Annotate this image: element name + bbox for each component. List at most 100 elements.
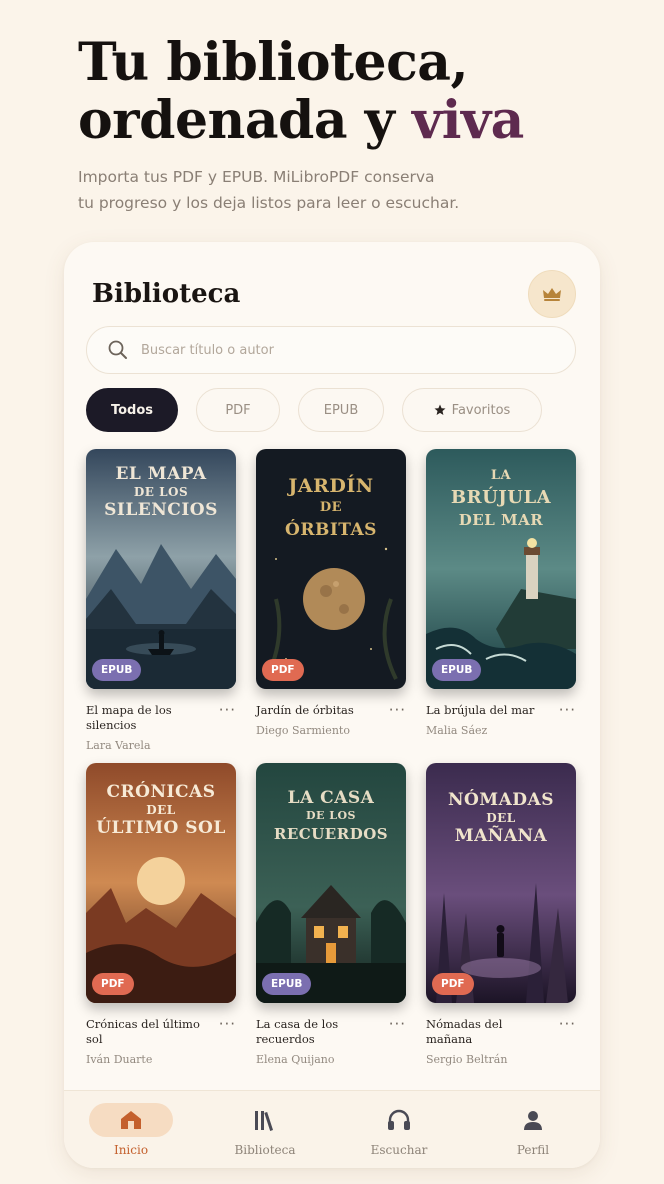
book-meta: La casa de los recuerdos Elena Quijano ·…	[256, 1015, 406, 1066]
format-badge: PDF	[262, 659, 304, 681]
search-icon	[108, 340, 127, 359]
book-author: Malia Sáez	[426, 724, 488, 737]
more-options-icon[interactable]: ···	[219, 701, 236, 719]
book-author: Elena Quijano	[256, 1053, 335, 1066]
more-options-icon[interactable]: ···	[389, 701, 406, 719]
book-title: Crónicas del último sol	[86, 1017, 200, 1046]
tab-icon-container	[223, 1103, 307, 1137]
hero-title-accent: viva	[412, 90, 524, 151]
cover-title-line2: de	[319, 500, 343, 515]
cover-title-line3: último sol	[96, 818, 226, 838]
hero-title-line2: ordenada y	[78, 90, 412, 151]
filter-chip-todos[interactable]: Todos	[86, 388, 178, 432]
more-options-icon[interactable]: ···	[559, 1015, 576, 1033]
book-cover[interactable]: Crónicas del último sol PDF	[86, 763, 236, 1003]
book-card[interactable]: La brújula del mar EPUB La brújula del m…	[426, 449, 576, 737]
more-options-icon[interactable]: ···	[389, 1015, 406, 1033]
filter-chip-favoritos[interactable]: Favoritos	[402, 388, 542, 432]
bottom-tab-bar: Inicio Biblioteca Escuchar Perfil	[64, 1090, 600, 1168]
book-cover[interactable]: La brújula del mar EPUB	[426, 449, 576, 689]
cover-title: La brújula del mar	[434, 465, 568, 531]
cover-title-line2: del	[146, 803, 176, 817]
home-icon	[121, 1110, 141, 1129]
tab-icon-container	[491, 1103, 575, 1137]
book-meta: Crónicas del último sol Iván Duarte ···	[86, 1015, 236, 1066]
tab-label: Perfil	[516, 1142, 550, 1157]
library-card: Biblioteca Todos PDF EPUB Favorit	[64, 242, 600, 1168]
tab-label: Inicio	[113, 1142, 149, 1157]
library-header: Biblioteca	[92, 270, 576, 318]
book-author: Lara Varela	[86, 739, 151, 752]
hero-title: Tu biblioteca, ordenada y viva	[78, 34, 638, 150]
tab-escuchar[interactable]: Escuchar	[344, 1103, 454, 1157]
premium-button[interactable]	[528, 270, 576, 318]
cover-title: Jardín de órbitas	[264, 475, 398, 541]
cover-title-line1: La	[490, 468, 512, 483]
cover-title: El mapa de los silencios	[94, 463, 228, 521]
hero-subtitle: Importa tus PDF y EPUB. MiLibroPDF conse…	[78, 164, 638, 216]
hero-subtitle-line1: Importa tus PDF y EPUB. MiLibroPDF conse…	[78, 168, 435, 186]
book-card[interactable]: Jardín de órbitas PDF Jardín de órbitas …	[256, 449, 406, 737]
tab-label: Biblioteca	[234, 1142, 296, 1157]
filter-chip-pdf[interactable]: PDF	[196, 388, 280, 432]
format-badge: PDF	[92, 973, 134, 995]
cover-title-line1: Jardín	[288, 475, 374, 497]
cover-title-line3: del mar	[458, 511, 544, 529]
star-icon	[434, 404, 446, 415]
tab-icon-container	[357, 1103, 441, 1137]
book-cover[interactable]: La casa de los recuerdos EPUB	[256, 763, 406, 1003]
tab-inicio[interactable]: Inicio	[76, 1102, 186, 1157]
headphones-icon	[388, 1109, 410, 1130]
cover-title-line2: de los	[305, 809, 356, 822]
library-title: Biblioteca	[92, 279, 241, 309]
book-title: La casa de los recuerdos	[256, 1017, 339, 1046]
format-badge: EPUB	[92, 659, 142, 681]
tab-icon-container	[89, 1102, 173, 1137]
hero-title-line1: Tu biblioteca,	[78, 32, 469, 93]
cover-title-line2: de los	[133, 485, 189, 499]
filter-chip-label: Todos	[110, 402, 154, 418]
hero-subtitle-line2: tu progreso y los deja listos para leer …	[78, 194, 460, 212]
more-options-icon[interactable]: ···	[559, 701, 576, 719]
filter-chip-label: PDF	[225, 402, 251, 418]
filter-chips: Todos PDF EPUB Favoritos	[86, 388, 542, 432]
filter-chip-label: Favoritos	[451, 402, 511, 418]
book-card[interactable]: Nómadas del mañana PDF Nómadas del mañan…	[426, 763, 576, 1066]
cover-title-line3: recuerdos	[273, 825, 389, 843]
book-author: Iván Duarte	[86, 1053, 153, 1066]
book-card[interactable]: Crónicas del último sol PDF Crónicas del…	[86, 763, 236, 1066]
filter-chip-epub[interactable]: EPUB	[298, 388, 384, 432]
book-author: Diego Sarmiento	[256, 724, 350, 737]
hero: Tu biblioteca, ordenada y viva Importa t…	[78, 34, 638, 216]
book-meta: La brújula del mar Malia Sáez ···	[426, 701, 576, 737]
books-icon	[255, 1110, 274, 1131]
more-options-icon[interactable]: ···	[219, 1015, 236, 1033]
book-title: La brújula del mar	[426, 703, 535, 717]
tab-biblioteca[interactable]: Biblioteca	[210, 1103, 320, 1157]
book-card[interactable]: La casa de los recuerdos EPUB La casa de…	[256, 763, 406, 1066]
crown-icon	[543, 288, 561, 301]
book-title: El mapa de los silencios	[86, 703, 172, 732]
book-title: Nómadas del mañana	[426, 1017, 503, 1046]
tab-perfil[interactable]: Perfil	[478, 1103, 588, 1157]
book-meta: Nómadas del mañana Sergio Beltrán ···	[426, 1015, 576, 1066]
book-meta: Jardín de órbitas Diego Sarmiento ···	[256, 701, 406, 737]
book-card[interactable]: El mapa de los silencios EPUB El mapa de…	[86, 449, 236, 752]
book-cover[interactable]: El mapa de los silencios EPUB	[86, 449, 236, 689]
book-title: Jardín de órbitas	[256, 703, 354, 717]
search-input[interactable]	[141, 342, 541, 358]
book-cover[interactable]: Jardín de órbitas PDF	[256, 449, 406, 689]
tab-label: Escuchar	[370, 1142, 428, 1157]
search-bar[interactable]	[86, 326, 576, 374]
format-badge: EPUB	[432, 659, 482, 681]
cover-title: La casa de los recuerdos	[264, 787, 398, 845]
cover-title-line1: Crónicas	[106, 782, 216, 802]
cover-title-line1: El mapa	[115, 464, 207, 484]
cover-title-line2: del	[486, 811, 516, 825]
book-cover[interactable]: Nómadas del mañana PDF	[426, 763, 576, 1003]
cover-title-line3: órbitas	[285, 520, 377, 540]
cover-title-line1: Nómadas	[447, 790, 555, 810]
cover-title-line3: mañana	[454, 826, 548, 846]
user-icon	[524, 1110, 542, 1130]
format-badge: PDF	[432, 973, 474, 995]
